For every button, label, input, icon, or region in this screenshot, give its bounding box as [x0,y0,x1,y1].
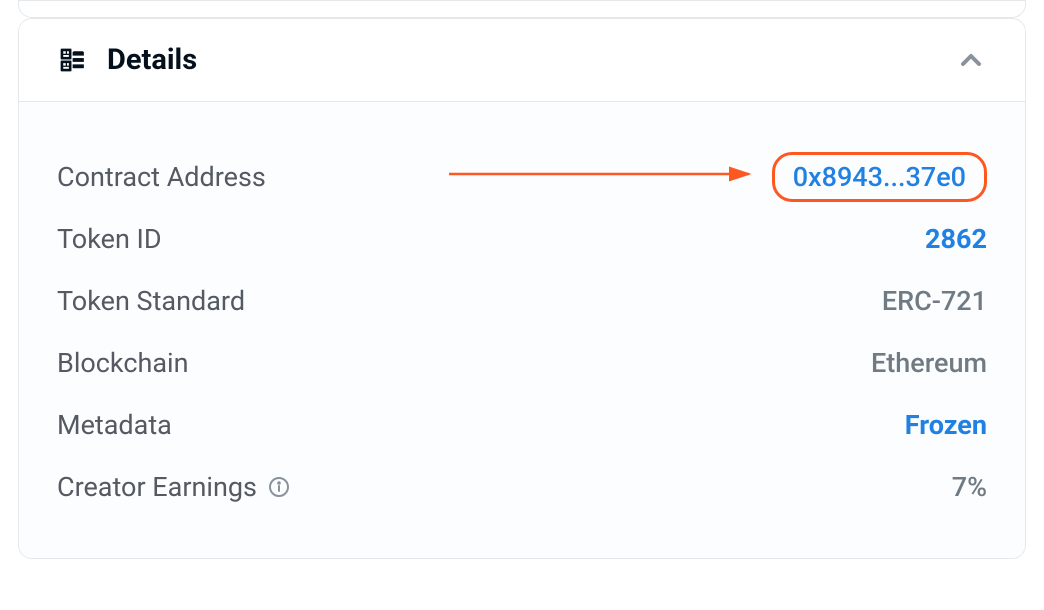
row-token-standard: Token Standard ERC-721 [57,270,987,332]
chevron-up-icon[interactable] [955,44,987,76]
info-icon[interactable] [267,475,291,499]
header-left: Details [57,43,197,77]
value-metadata[interactable]: Frozen [905,409,987,441]
value-token-id[interactable]: 2862 [925,223,987,255]
partial-card-above [18,0,1026,18]
row-creator-earnings: Creator Earnings 7% [57,456,987,518]
details-header[interactable]: Details [19,19,1025,101]
value-creator-earnings: 7% [952,471,987,503]
details-body: Contract Address 0x8943...37e0 Token ID … [19,101,1025,558]
details-icon [57,45,87,75]
value-token-standard: ERC-721 [882,285,987,317]
row-token-id: Token ID 2862 [57,208,987,270]
highlight-contract-address: 0x8943...37e0 [772,152,987,202]
row-contract-address: Contract Address 0x8943...37e0 [57,146,987,208]
row-metadata: Metadata Frozen [57,394,987,456]
label-contract-address: Contract Address [57,161,266,193]
label-metadata: Metadata [57,409,172,441]
label-blockchain: Blockchain [57,347,189,379]
row-blockchain: Blockchain Ethereum [57,332,987,394]
details-card: Details Contract Address 0x [18,18,1026,559]
label-creator-earnings: Creator Earnings [57,471,291,503]
label-creator-earnings-text: Creator Earnings [57,471,257,503]
label-token-standard: Token Standard [57,285,245,317]
details-title: Details [107,43,197,77]
label-token-id: Token ID [57,223,162,255]
value-blockchain: Ethereum [871,347,987,379]
value-contract-address[interactable]: 0x8943...37e0 [793,161,966,193]
